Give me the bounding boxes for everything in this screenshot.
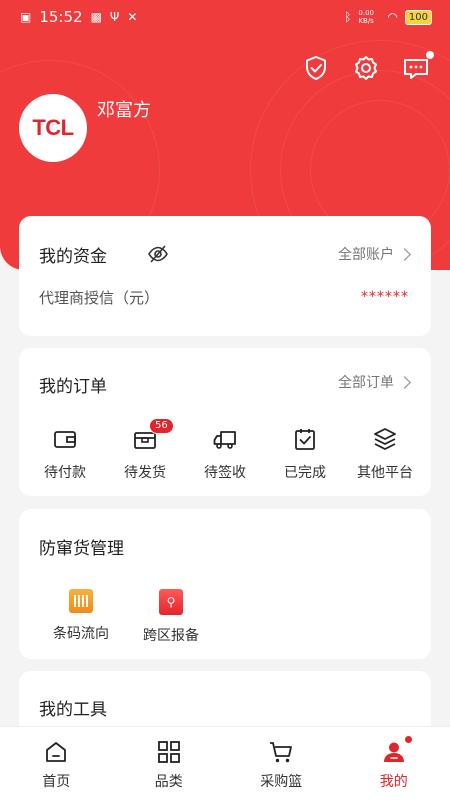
orders-title: 我的订单 <box>39 377 107 397</box>
anti-item-label: 条码流向 <box>53 626 109 642</box>
unread-dot <box>426 51 434 59</box>
notification-icon: ▩ <box>90 10 102 24</box>
status-bar: ▣ 15:52 ▩ Ψ ✕ ᛒ 0.00 KB/s ◠ 100 <box>0 0 450 34</box>
credit-label: 代理商授信（元） <box>39 289 160 307</box>
tab-label: 我的 <box>379 774 408 790</box>
gear-icon <box>355 56 377 80</box>
grid-icon <box>157 741 180 763</box>
user-icon <box>383 742 404 762</box>
tab-purchase-basket[interactable]: 采购篮 <box>225 727 338 800</box>
wifi-icon: ◠ <box>387 10 398 24</box>
message-icon <box>404 59 428 79</box>
barcode-flow-item[interactable]: 条码流向 <box>41 589 121 645</box>
tab-label: 首页 <box>42 774 71 790</box>
user-name: 邓富方 <box>97 100 151 121</box>
status-time: 15:52 <box>39 8 83 26</box>
cross-region-report-item[interactable]: ⚲ 跨区报备 <box>131 589 211 645</box>
tab-notification-dot <box>404 736 412 743</box>
funds-title: 我的资金 <box>39 247 107 267</box>
usb-icon: Ψ <box>109 10 120 24</box>
tab-label: 采购篮 <box>260 774 303 790</box>
shield-check-icon <box>306 56 326 80</box>
order-item-label: 待签收 <box>204 465 246 481</box>
bottom-tab-bar: 首页 品类 采购篮 我的 <box>0 726 450 800</box>
barcode-icon <box>69 589 93 613</box>
orders-card: 我的订单 全部订单 待付款 56 待发货 待签收 已完成 其他平台 <box>19 348 431 496</box>
all-orders-label: 全部订单 <box>338 375 394 391</box>
clipboard-check-icon <box>295 429 315 450</box>
chevron-right-icon <box>398 247 411 261</box>
cart-icon <box>270 742 293 763</box>
eye-off-icon[interactable] <box>147 243 169 265</box>
truck-icon <box>213 431 236 449</box>
anti-diversion-title: 防窜货管理 <box>39 539 124 559</box>
all-accounts-label: 全部账户 <box>338 247 394 263</box>
tools-title: 我的工具 <box>39 700 107 720</box>
credit-value: ****** <box>361 289 409 305</box>
order-pending-receipt[interactable]: 待签收 <box>189 426 261 482</box>
order-item-label: 其他平台 <box>357 465 413 481</box>
funds-card: 我的资金 全部账户 代理商授信（元） ****** <box>19 216 431 336</box>
top-actions <box>302 51 434 82</box>
tab-category[interactable]: 品类 <box>113 727 226 800</box>
shield-check-button[interactable] <box>302 54 330 82</box>
anti-item-label: 跨区报备 <box>143 628 199 644</box>
home-icon <box>46 742 67 762</box>
order-status-row: 待付款 56 待发货 待签收 已完成 其他平台 <box>19 418 431 482</box>
order-item-label: 已完成 <box>284 465 326 481</box>
layers-icon <box>374 428 396 450</box>
tab-home[interactable]: 首页 <box>0 727 113 800</box>
order-item-label: 待付款 <box>44 465 86 481</box>
order-count-badge: 56 <box>149 418 174 434</box>
order-pending-payment[interactable]: 待付款 <box>29 426 101 482</box>
wallet-icon <box>54 431 76 448</box>
order-completed[interactable]: 已完成 <box>269 426 341 482</box>
battery-indicator: 100 <box>404 9 432 25</box>
bluetooth-icon: ᛒ <box>344 10 352 24</box>
report-icon: ⚲ <box>159 589 183 615</box>
tab-label: 品类 <box>154 774 183 790</box>
net-speed: 0.00 KB/s <box>358 9 375 25</box>
tools-icon: ✕ <box>127 10 138 24</box>
order-other-platforms[interactable]: 其他平台 <box>349 426 421 482</box>
anti-diversion-row: 条码流向 ⚲ 跨区报备 <box>41 589 211 645</box>
all-orders-link[interactable]: 全部订单 <box>338 372 411 392</box>
all-accounts-link[interactable]: 全部账户 <box>338 244 411 264</box>
avatar[interactable]: TCL <box>19 94 87 162</box>
anti-diversion-card: 防窜货管理 条码流向 ⚲ 跨区报备 <box>19 509 431 659</box>
messages-button[interactable] <box>402 51 434 82</box>
order-item-label: 待发货 <box>124 465 166 481</box>
tab-mine[interactable]: 我的 <box>338 727 450 800</box>
settings-button[interactable] <box>352 54 380 82</box>
chevron-right-icon <box>398 375 411 389</box>
sim-icon: ▣ <box>20 10 32 24</box>
order-pending-shipment[interactable]: 56 待发货 <box>109 418 181 482</box>
